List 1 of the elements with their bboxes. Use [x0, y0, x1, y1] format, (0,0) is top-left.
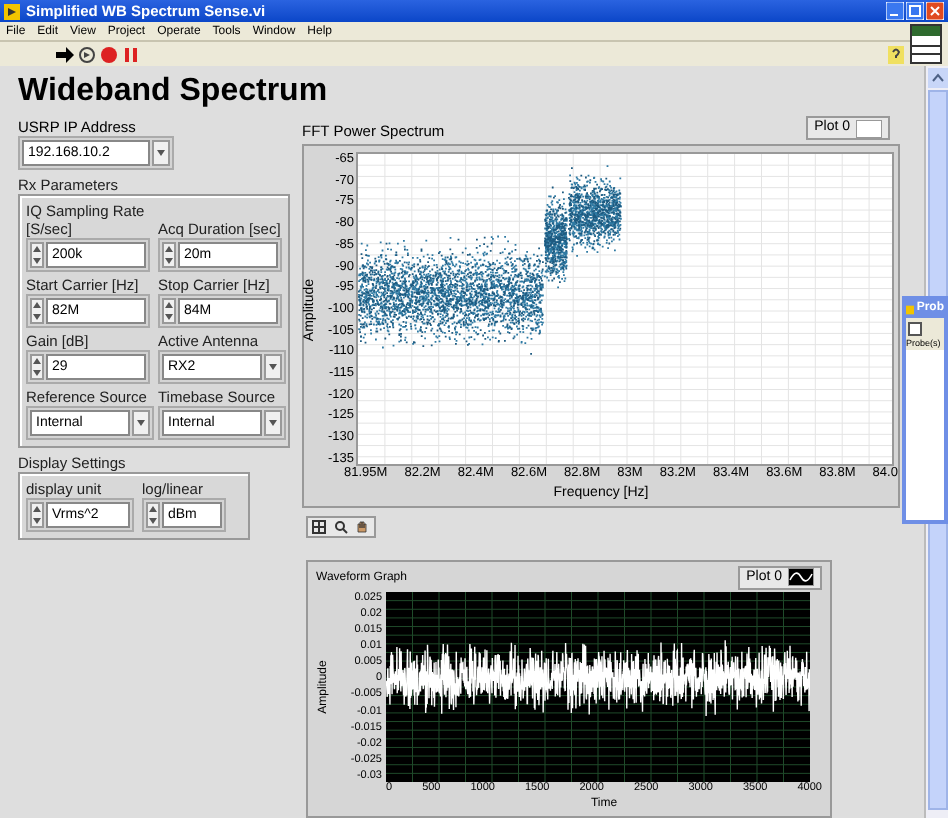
panel-title: Wideband Spectrum [18, 74, 330, 110]
